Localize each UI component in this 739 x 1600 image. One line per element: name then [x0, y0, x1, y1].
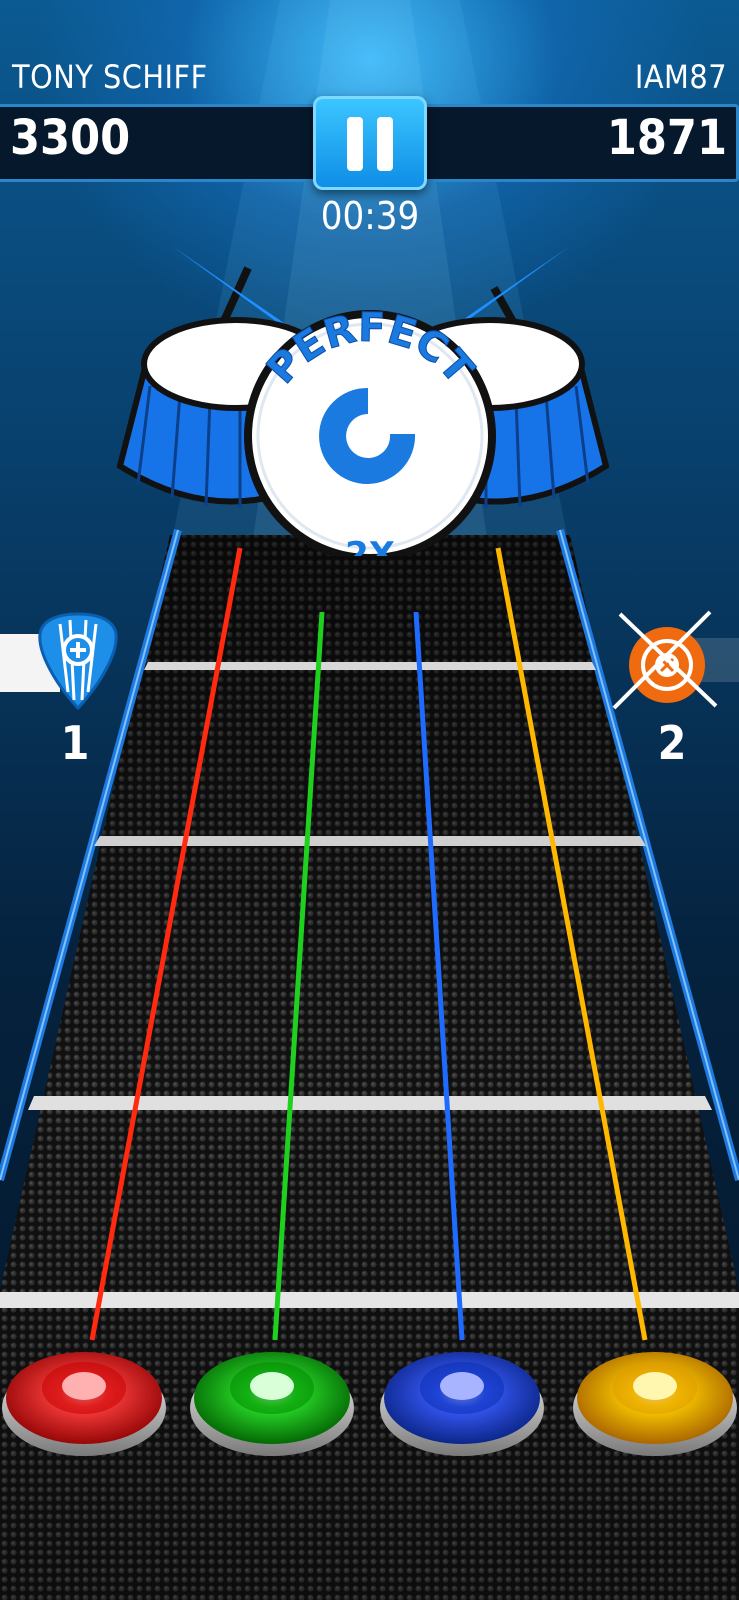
- player-name-left: TONY SCHIFF: [12, 58, 208, 96]
- player-score-left: 3300: [10, 110, 131, 166]
- fret-button-blue[interactable]: [378, 1340, 546, 1458]
- drum-kit: PERFECT 2X: [116, 246, 610, 556]
- powerup-left-count: 1: [60, 716, 90, 770]
- game-screen: PERFECT 2X TONY SCHIFF IAM87 3300 1871 0…: [0, 0, 739, 1600]
- song-timer: 00:39: [320, 194, 420, 238]
- fret-button-yellow[interactable]: [571, 1340, 739, 1458]
- player-name-right: IAM87: [634, 58, 727, 96]
- pause-button[interactable]: [313, 96, 427, 190]
- crossed-drumsticks-target-icon: [612, 610, 718, 710]
- powerup-right-count: 2: [657, 716, 687, 770]
- powerup-left-button[interactable]: [34, 612, 122, 712]
- multiplier-label: 2X: [345, 535, 395, 556]
- player-score-right: 1871: [606, 110, 727, 166]
- guitar-pick-plus-icon: [38, 612, 118, 711]
- pause-icon: [347, 117, 363, 171]
- powerup-right-button[interactable]: [610, 610, 720, 720]
- fret-button-green[interactable]: [188, 1340, 356, 1458]
- fret-button-red[interactable]: [0, 1340, 168, 1458]
